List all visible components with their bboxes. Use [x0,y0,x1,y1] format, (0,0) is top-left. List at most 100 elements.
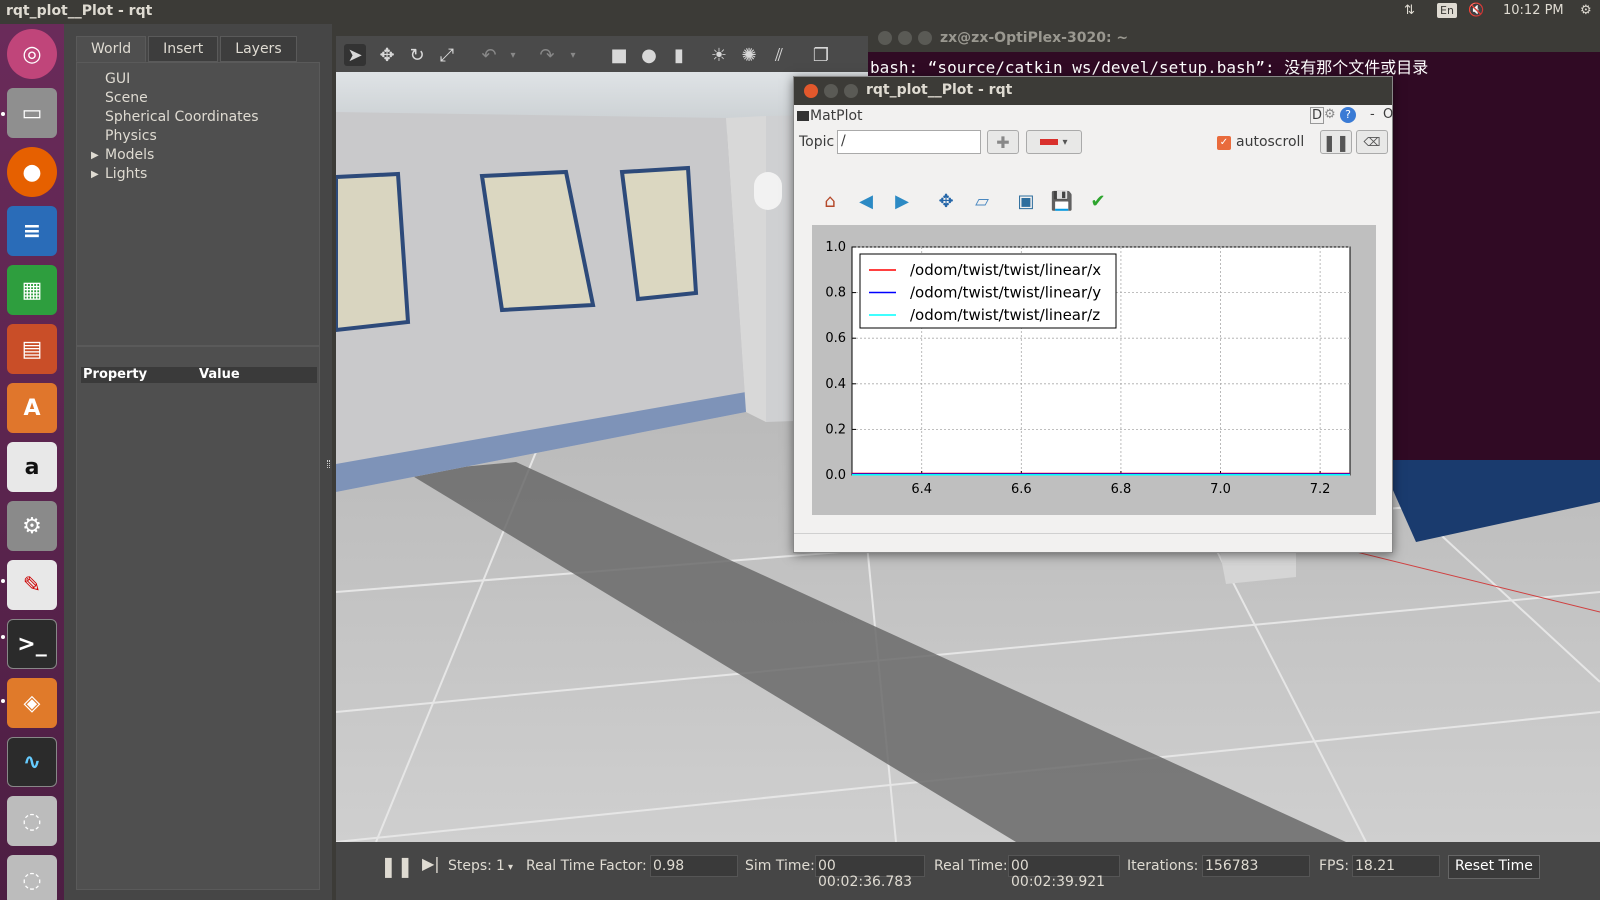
remove-topic-button[interactable]: ▾ [1026,130,1082,154]
gazebo-icon[interactable]: ◈ [7,678,57,728]
power-gear-icon[interactable]: ⚙ [1580,3,1592,18]
forward-icon[interactable]: ▶ [890,189,914,213]
steps-label: Steps: [448,858,492,874]
pause-icon[interactable]: ❚❚ [380,854,414,878]
tab-layers[interactable]: Layers [220,36,297,62]
home-icon[interactable]: ⌂ [818,189,842,213]
property-column-header: Property [83,367,148,382]
network-icon[interactable]: ⇅ [1404,3,1415,18]
scale-mode-icon[interactable]: ⤢ [436,44,458,66]
terminal-icon[interactable]: >_ [7,619,57,669]
legend-entry: /odom/twist/twist/linear/x [910,261,1101,279]
top-panel: rqt_plot__Plot - rqt ⇅ En 🔇 10:12 PM ⚙ [0,0,1600,24]
x-tick-label: 7.2 [1310,482,1331,497]
sphere-shape-icon[interactable]: ● [638,44,660,66]
keyboard-layout-indicator[interactable]: En [1437,3,1457,18]
close-icon[interactable] [878,31,892,45]
running-indicator [1,635,5,639]
close-plugin-button[interactable]: O [1383,107,1393,122]
save-icon[interactable]: 💾 [1050,189,1074,213]
system-settings-icon[interactable]: ⚙ [7,501,57,551]
clock[interactable]: 10:12 PM [1503,3,1564,18]
tree-item-physics[interactable]: Physics [105,128,157,144]
disk-icon[interactable]: ◌ [7,796,57,846]
tab-insert[interactable]: Insert [148,36,219,62]
tree-item-models[interactable]: ▶ Models [91,147,154,163]
disk-icon[interactable]: ◌ [7,855,57,900]
calc-icon[interactable]: ▦ [7,265,57,315]
rqt-plot-window[interactable]: rqt_plot__Plot - rqt MatPlot D ⚙ ? - O T… [793,76,1393,553]
cylinder-shape-icon[interactable]: ▮ [668,44,690,66]
pause-button[interactable]: ❚❚ [1320,130,1352,154]
minimize-plugin-button[interactable]: - [1370,107,1375,122]
autoscroll-label: autoscroll [1236,134,1305,150]
minimize-icon[interactable] [898,31,912,45]
rotate-mode-icon[interactable]: ↻ [406,44,428,66]
subplots-icon[interactable]: ▣ [1014,189,1038,213]
steps-value[interactable]: 1 [496,858,505,874]
tree-item-gui[interactable]: GUI [105,71,130,87]
y-tick-label: 1.0 [825,240,846,255]
tab-world[interactable]: World [76,36,147,62]
back-icon[interactable]: ◀ [854,189,878,213]
undo-icon[interactable]: ↶ [478,44,500,66]
x-tick-label: 6.6 [1011,482,1032,497]
splitter-handle[interactable] [327,460,330,468]
expand-arrow-icon[interactable]: ▶ [91,150,99,161]
files-icon[interactable]: ▭ [7,88,57,138]
running-indicator [1,699,5,703]
help-icon[interactable]: ? [1340,107,1356,123]
chevron-down-icon: ▾ [1062,136,1068,148]
dock-button[interactable]: D [1310,107,1325,124]
spot-light-icon[interactable]: ✺ [738,44,760,66]
minimize-icon[interactable] [824,84,838,98]
edit-check-icon[interactable]: ✔ [1086,189,1110,213]
chevron-down-icon[interactable]: ▾ [508,862,513,873]
writer-icon[interactable]: ≡ [7,206,57,256]
chart-svg: 6.4 6.6 6.8 7.0 7.2 0.0 0.2 0.4 0.6 0.8 1.0/odom/t… [825,240,1351,497]
plot-canvas[interactable]: 6.4 6.6 6.8 7.0 7.2 0.0 0.2 0.4 0.6 0.8 1.0/odom/t… [812,225,1376,515]
select-mode-icon[interactable]: ➤ [344,44,366,66]
copy-icon[interactable]: ❐ [810,44,832,66]
translate-mode-icon[interactable]: ✥ [376,44,398,66]
tree-item-lights[interactable]: ▶ Lights [91,166,147,182]
add-topic-button[interactable]: ✚ [987,130,1019,154]
zoom-icon[interactable]: ▱ [970,189,994,213]
sim-time-field: 00 00:02:36.783 [815,855,925,890]
maximize-icon[interactable] [918,31,932,45]
chevron-down-icon[interactable]: ▾ [502,44,524,66]
pan-icon[interactable]: ✥ [934,189,958,213]
terminal-titlebar[interactable]: zx@zx-OptiPlex-3020: ~ [868,24,1600,52]
step-icon[interactable]: ▶| [422,854,440,873]
y-tick-label: 0.6 [825,331,846,346]
real-time-label: Real Time: [934,858,1008,874]
close-icon[interactable] [804,84,818,98]
gazebo-left-panel: World Insert Layers GUI Scene Spherical … [64,24,332,900]
maximize-icon[interactable] [844,84,858,98]
y-tick-label: 0.2 [825,422,846,437]
ubuntu-dash-icon[interactable]: ◎ [7,29,57,79]
impress-icon[interactable]: ▤ [7,324,57,374]
tree-item-scene[interactable]: Scene [105,90,148,106]
topic-input[interactable]: / [837,130,981,154]
system-monitor-icon[interactable]: ∿ [7,737,57,787]
firefox-icon[interactable]: ● [7,147,57,197]
document-viewer-icon[interactable]: ✎ [7,560,57,610]
iterations-field: 156783 [1202,855,1310,877]
point-light-icon[interactable]: ☀ [708,44,730,66]
tree-item-spherical-coordinates[interactable]: Spherical Coordinates [105,109,259,125]
software-center-icon[interactable]: A [7,383,57,433]
reset-time-button[interactable]: Reset Time [1448,855,1540,879]
gear-icon[interactable]: ⚙ [1324,107,1336,122]
chevron-down-icon[interactable]: ▾ [562,44,584,66]
amazon-icon[interactable]: a [7,442,57,492]
box-shape-icon[interactable]: ■ [608,44,630,66]
y-tick-label: 0.0 [825,468,846,483]
volume-muted-icon[interactable]: 🔇 [1468,3,1484,18]
clear-button[interactable]: ⌫ [1356,130,1388,154]
expand-arrow-icon[interactable]: ▶ [91,169,99,180]
directional-light-icon[interactable]: ⫽ [768,44,790,66]
autoscroll-checkbox[interactable]: ✓ [1217,136,1231,150]
redo-icon[interactable]: ↷ [536,44,558,66]
rqt-titlebar[interactable]: rqt_plot__Plot - rqt [794,77,1392,105]
